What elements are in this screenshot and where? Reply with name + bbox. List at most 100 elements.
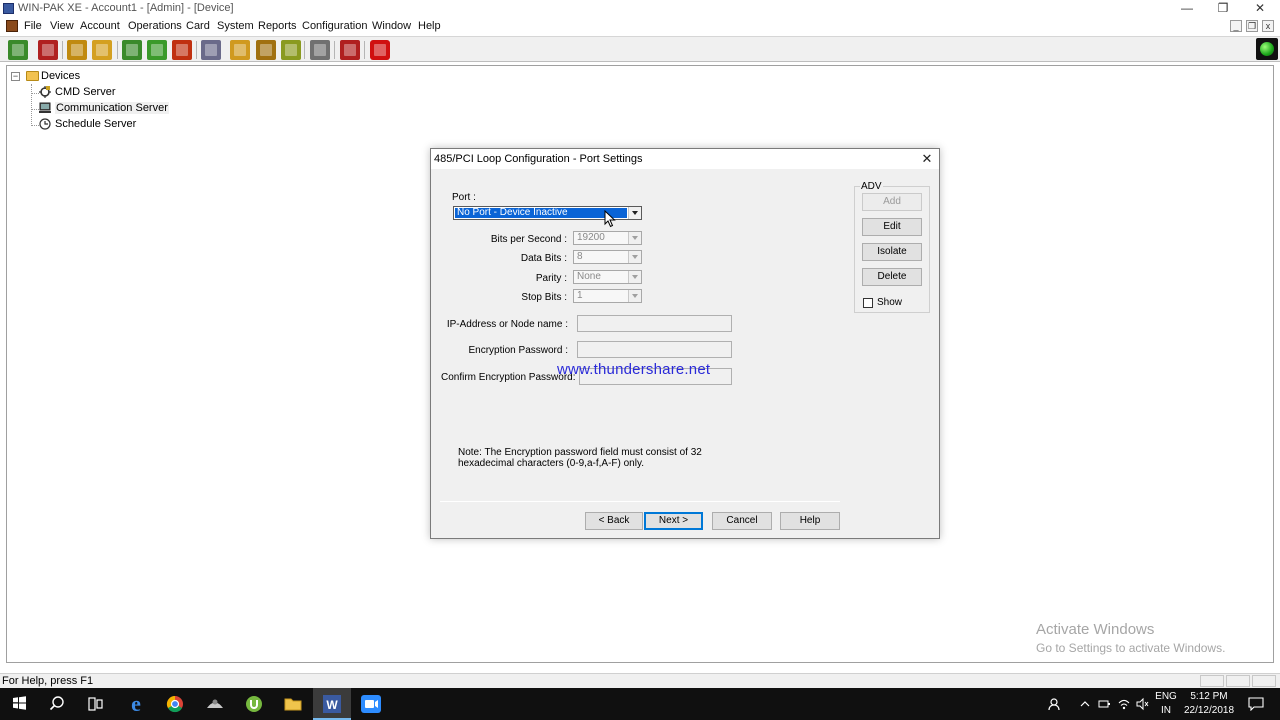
menu-account[interactable]: Account [80, 20, 120, 32]
adv-group: ADV Add Edit Isolate Delete Show [854, 181, 930, 313]
help-button[interactable]: Help [780, 512, 840, 530]
menu-help[interactable]: Help [418, 20, 441, 32]
dialog-title: 485/PCI Loop Configuration - Port Settin… [434, 153, 643, 165]
footer-divider [440, 501, 840, 502]
battery-icon[interactable] [1097, 697, 1111, 711]
adv-group-legend: ADV [860, 181, 883, 192]
taskbar-file-explorer[interactable] [274, 688, 312, 720]
chevron-down-icon[interactable] [628, 207, 641, 219]
clock-time[interactable]: 5:12 PM [1180, 691, 1238, 702]
video-meeting-icon [361, 695, 381, 713]
folder-icon [26, 71, 39, 81]
computer-icon [39, 102, 51, 113]
document-system-icon[interactable] [6, 20, 18, 32]
search-button[interactable] [38, 688, 76, 720]
app-icon [3, 3, 14, 14]
restore-button[interactable]: ❐ [1205, 0, 1241, 18]
parity-select[interactable]: None [573, 270, 642, 284]
delete-button[interactable]: Delete [862, 268, 922, 286]
status-bar: For Help, press F1 [0, 673, 1280, 688]
close-button[interactable]: ✕ [1242, 0, 1278, 18]
tree-connector [31, 84, 32, 126]
bits-per-second-select[interactable]: 19200 [573, 231, 642, 245]
connection-status-icon [1256, 38, 1278, 60]
tree-item-label: Schedule Server [55, 118, 137, 130]
check-book-icon[interactable] [8, 40, 28, 60]
menu-window[interactable]: Window [372, 20, 411, 32]
menu-bar: File View Account Operations Card System… [0, 18, 1280, 35]
chevron-down-icon[interactable] [628, 232, 641, 244]
data-bits-select[interactable]: 8 [573, 250, 642, 264]
toolbar-separator [62, 41, 63, 59]
stop-bits-value: 1 [577, 290, 583, 301]
chevron-down-icon[interactable] [628, 251, 641, 263]
folder-open-icon[interactable] [230, 40, 250, 60]
taskbar-zoom[interactable] [352, 688, 390, 720]
back-button[interactable]: < Back [585, 512, 643, 530]
task-view-icon [88, 697, 103, 711]
next-button[interactable]: Next > [644, 512, 703, 530]
people-icon[interactable] [201, 40, 221, 60]
ip-address-label: IP-Address or Node name : [446, 319, 568, 330]
menu-reports[interactable]: Reports [258, 20, 297, 32]
encryption-password-input[interactable] [577, 341, 732, 358]
taskbar-network-app[interactable] [196, 688, 234, 720]
menu-view[interactable]: View [50, 20, 74, 32]
map-icon[interactable] [147, 40, 167, 60]
taskbar-chrome[interactable] [156, 688, 194, 720]
film-icon[interactable] [38, 40, 58, 60]
stop-icon[interactable] [370, 40, 390, 60]
mdi-close-button[interactable]: x [1262, 20, 1274, 32]
report-icon[interactable] [281, 40, 301, 60]
window-title: WIN-PAK XE - Account1 - [Admin] - [Devic… [18, 2, 234, 14]
stop-bits-select[interactable]: 1 [573, 289, 642, 303]
chrome-browser-icon [166, 695, 183, 713]
menu-system[interactable]: System [217, 20, 254, 32]
port-settings-dialog: 485/PCI Loop Configuration - Port Settin… [430, 148, 940, 539]
pencil-note-icon[interactable] [92, 40, 112, 60]
chevron-up-icon[interactable] [1079, 698, 1091, 710]
volume-muted-icon[interactable] [1135, 697, 1149, 711]
status-pane [1200, 675, 1224, 687]
notifications-icon[interactable] [1248, 697, 1264, 711]
taskbar-edge[interactable]: e [117, 688, 155, 720]
compass-icon[interactable] [340, 40, 360, 60]
taskbar-win-pak[interactable]: W [313, 688, 351, 720]
wifi-icon[interactable] [1117, 697, 1131, 711]
watermark-url: www.thundershare.net [557, 361, 711, 378]
chevron-down-icon[interactable] [628, 290, 641, 302]
menu-card[interactable]: Card [186, 20, 210, 32]
toolbar-separator [334, 41, 335, 59]
mdi-minimize-button[interactable]: _ [1230, 20, 1242, 32]
chevron-down-icon[interactable] [628, 271, 641, 283]
folder-tree-icon[interactable] [122, 40, 142, 60]
menu-file[interactable]: File [24, 20, 42, 32]
task-view-button[interactable] [76, 688, 114, 720]
collapse-icon[interactable]: − [11, 72, 20, 81]
menu-operations[interactable]: Operations [128, 20, 182, 32]
isolate-button[interactable]: Isolate [862, 243, 922, 261]
cancel-button[interactable]: Cancel [712, 512, 772, 530]
taskbar-utorrent[interactable] [235, 688, 273, 720]
ip-address-input[interactable] [577, 315, 732, 332]
language-indicator[interactable]: ENG [1154, 691, 1178, 702]
bits-per-second-value: 19200 [577, 232, 605, 243]
tree-item-label: Communication Server [55, 102, 169, 114]
stack-icon[interactable] [310, 40, 330, 60]
edit-button[interactable]: Edit [862, 218, 922, 236]
mdi-restore-button[interactable]: ❐ [1246, 20, 1258, 32]
activate-windows-subtitle: Go to Settings to activate Windows. [1036, 641, 1226, 655]
show-checkbox[interactable] [863, 298, 873, 308]
parity-label: Parity : [535, 273, 567, 284]
add-button[interactable]: Add [862, 193, 922, 211]
list-icon[interactable] [67, 40, 87, 60]
door-icon[interactable] [256, 40, 276, 60]
building-icon[interactable] [172, 40, 192, 60]
minimize-button[interactable]: — [1169, 0, 1205, 18]
dialog-close-icon[interactable]: ✕ [919, 151, 935, 167]
menu-configuration[interactable]: Configuration [302, 20, 367, 32]
start-button[interactable] [0, 688, 38, 720]
people-icon[interactable] [1048, 697, 1064, 711]
clock-date[interactable]: 22/12/2018 [1180, 705, 1238, 716]
language-region: IN [1161, 705, 1171, 716]
